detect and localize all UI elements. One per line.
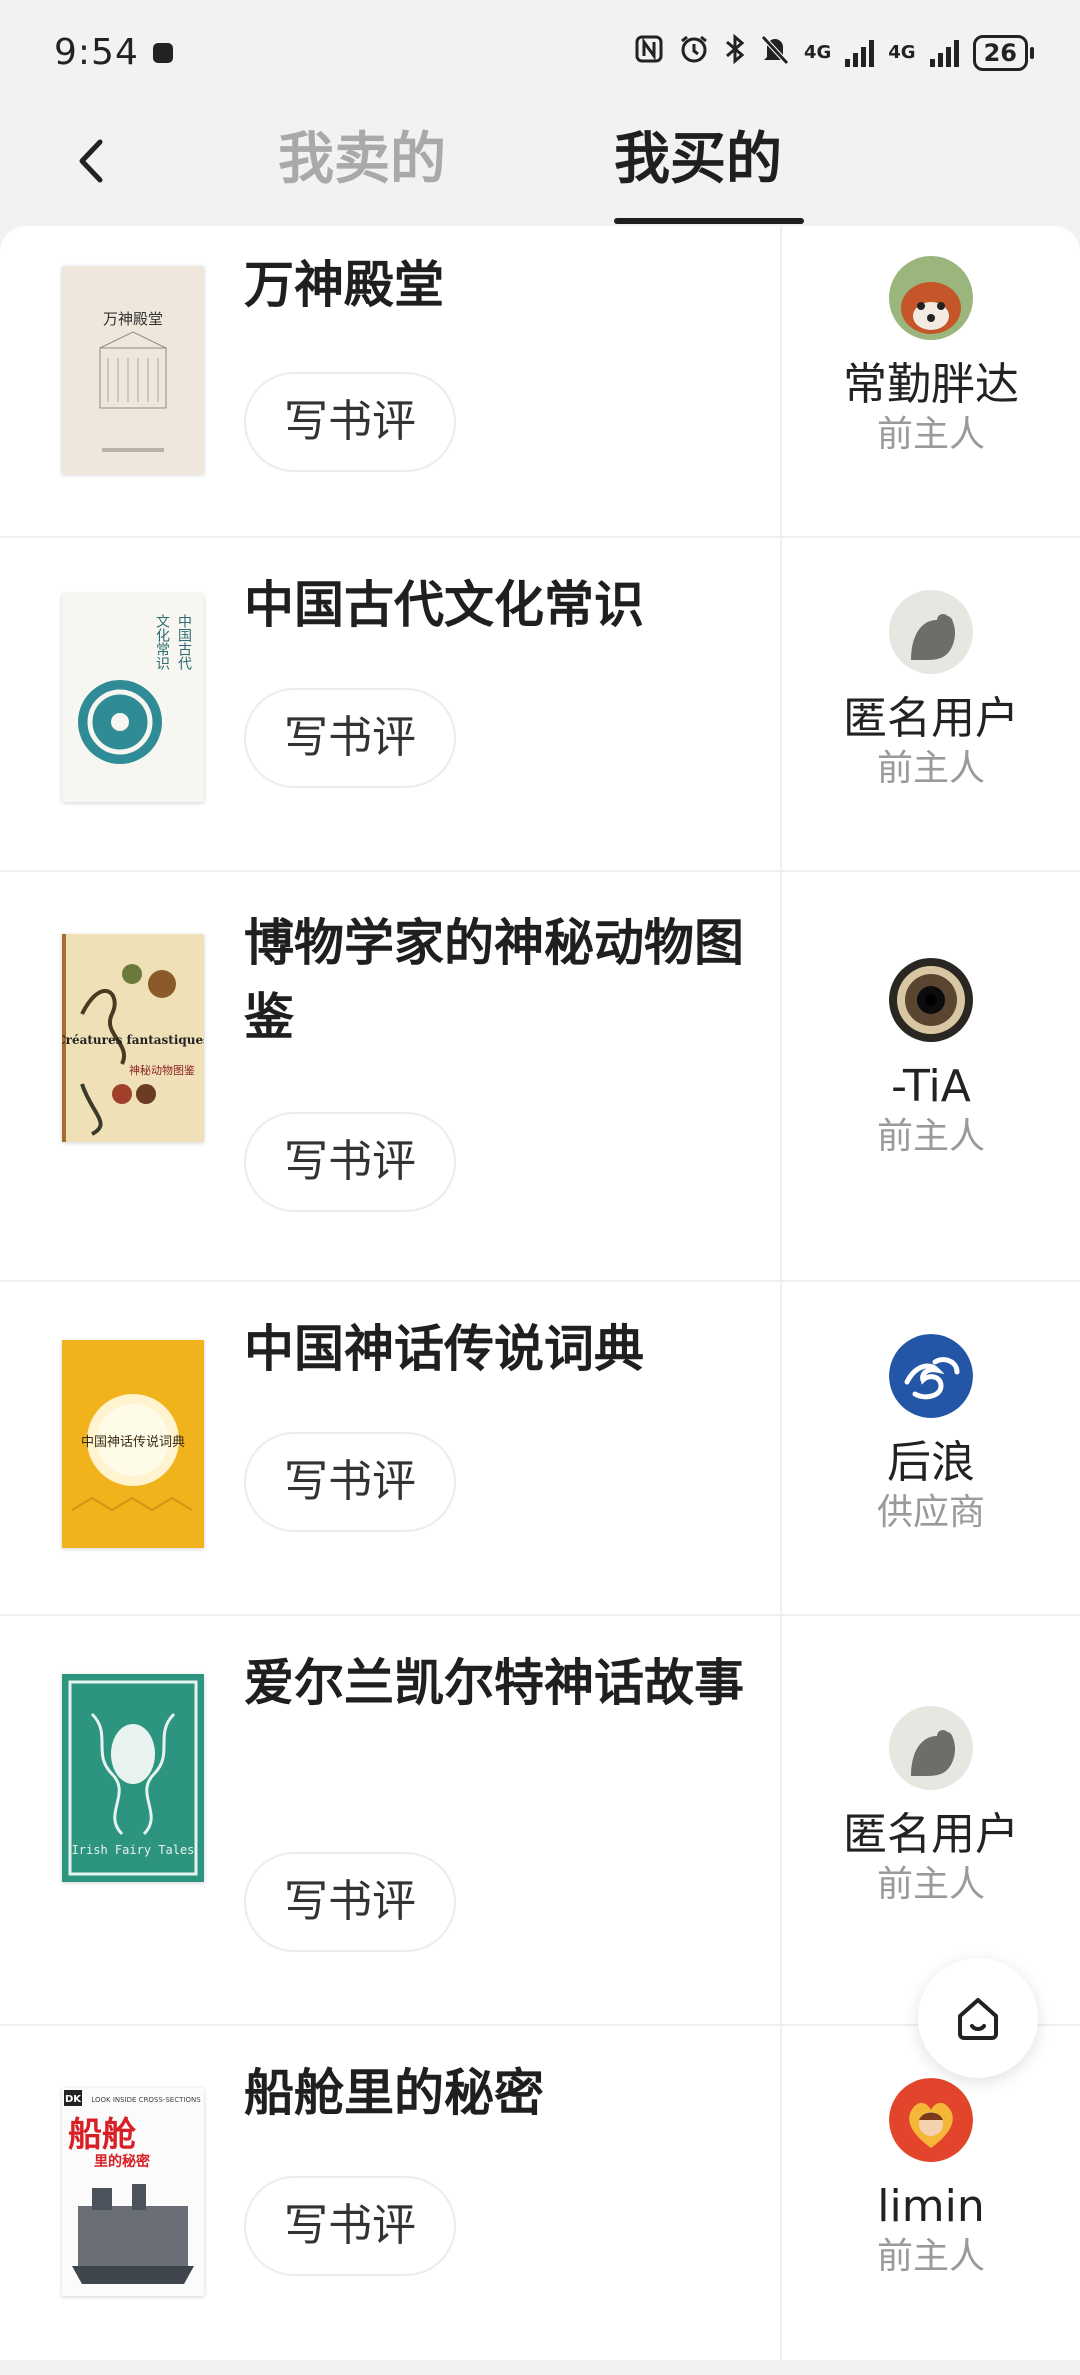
cover-title: Créatures fantastiques: [62, 1033, 204, 1047]
seller-role: 前主人: [876, 2236, 985, 2277]
book-title[interactable]: 中国古代文化常识: [244, 568, 744, 642]
write-review-button[interactable]: 写书评: [244, 1432, 456, 1532]
avatar: [889, 1334, 973, 1418]
book-cover[interactable]: 中国神话传说词典: [62, 1340, 204, 1548]
avatar: [889, 958, 973, 1042]
book-cover[interactable]: Créatures fantastiques 神秘动物图鉴: [62, 934, 204, 1142]
seller-name: -TiA: [891, 1061, 971, 1112]
seller-info[interactable]: limin 前主人: [782, 2078, 1080, 2280]
signal-bars-1: [845, 39, 875, 67]
bluetooth-icon: [724, 33, 746, 72]
list-item[interactable]: DK LOOK INSIDE CROSS-SECTIONS 船舱 里的秘密 船舱…: [0, 2026, 1080, 2360]
cover-title: Irish Fairy Tales: [72, 1843, 195, 1857]
seller-role: 供应商: [876, 1492, 985, 1533]
book-title[interactable]: 爱尔兰凯尔特神话故事: [244, 1646, 744, 1720]
list-item[interactable]: 中国神话传说词典 中国神话传说词典 写书评 后浪 供应商: [0, 1282, 1080, 1616]
cover-subtitle: 里的秘密: [94, 2153, 150, 2170]
app-notification-icon: [152, 42, 173, 63]
book-title[interactable]: 船舱里的秘密: [244, 2056, 744, 2130]
cover-title: 中国神话传说词典: [81, 1435, 185, 1450]
seller-name: 匿名用户: [843, 693, 1019, 744]
write-review-button[interactable]: 写书评: [244, 2176, 456, 2276]
battery-indicator: 26: [972, 34, 1035, 71]
tab-sold[interactable]: 我卖的: [278, 115, 446, 205]
seller-role: 前主人: [876, 414, 985, 455]
cover-title: 万神殿堂: [103, 310, 163, 328]
seller-name: limin: [877, 2181, 985, 2232]
list-item[interactable]: 中国古代 文化常识 中国古代文化常识 写书评 匿名用户 前主人: [0, 538, 1080, 872]
cover-tagline: LOOK INSIDE CROSS-SECTIONS: [91, 2096, 201, 2104]
cover-title: 中国古代: [176, 614, 192, 671]
cover-subtitle: 文化常识: [154, 614, 170, 670]
list-item[interactable]: Irish Fairy Tales 爱尔兰凯尔特神话故事 写书评 匿名用户 前主…: [0, 1616, 1080, 2026]
write-review-button[interactable]: 写书评: [244, 688, 456, 788]
seller-name: 匿名用户: [843, 1809, 1019, 1860]
avatar: [889, 1706, 973, 1790]
write-review-button[interactable]: 写书评: [244, 1112, 456, 1212]
seller-name: 常勤胖达: [843, 359, 1019, 410]
seller-info[interactable]: 匿名用户 前主人: [782, 1706, 1080, 1908]
status-left: 9:54: [54, 32, 173, 73]
home-button[interactable]: [918, 1958, 1038, 2078]
cover-title: 船舱: [68, 2115, 136, 2155]
seller-name: 后浪: [887, 1437, 975, 1488]
back-button[interactable]: [62, 131, 122, 191]
seller-role: 前主人: [876, 1116, 985, 1157]
active-tab-indicator: [614, 218, 804, 224]
network-type-2: 4G: [888, 41, 916, 63]
chevron-left-icon: [79, 139, 103, 183]
seller-info[interactable]: 后浪 供应商: [782, 1334, 1080, 1536]
book-cover[interactable]: 万神殿堂: [62, 266, 204, 474]
cover-brand: DK: [65, 2094, 82, 2105]
network-type-1: 4G: [803, 41, 832, 63]
nfc-icon: [634, 34, 664, 71]
avatar: [889, 2078, 973, 2162]
seller-role: 前主人: [876, 1864, 985, 1905]
header: 我卖的 我买的: [0, 105, 1080, 225]
seller-info[interactable]: 常勤胖达 前主人: [782, 256, 1080, 458]
tab-bought[interactable]: 我买的: [614, 115, 782, 205]
status-bar: 9:54 4G 4G 26: [0, 0, 1080, 105]
status-right: 4G 4G 26: [634, 33, 1035, 72]
write-review-button[interactable]: 写书评: [244, 1852, 456, 1952]
list-item[interactable]: 万神殿堂 万神殿堂 写书评 常勤胖达 前主人: [0, 226, 1080, 538]
book-title[interactable]: 博物学家的神秘动物图鉴: [244, 906, 744, 1054]
list-item[interactable]: Créatures fantastiques 神秘动物图鉴 博物学家的神秘动物图…: [0, 872, 1080, 1282]
avatar: [889, 590, 973, 674]
seller-info[interactable]: 匿名用户 前主人: [782, 590, 1080, 792]
signal-bars-2: [929, 39, 959, 67]
home-icon: [958, 1998, 998, 2040]
book-cover[interactable]: Irish Fairy Tales: [62, 1674, 204, 1882]
purchased-books-list: 万神殿堂 万神殿堂 写书评 常勤胖达 前主人 中国古代 文化常识 中国古代文化常…: [0, 226, 1080, 2360]
alarm-icon: [678, 33, 710, 72]
book-title[interactable]: 中国神话传说词典: [244, 1312, 744, 1386]
seller-role: 前主人: [876, 748, 985, 789]
bell-muted-icon: [760, 33, 790, 72]
seller-info[interactable]: -TiA 前主人: [782, 958, 1080, 1160]
book-cover[interactable]: DK LOOK INSIDE CROSS-SECTIONS 船舱 里的秘密: [62, 2088, 204, 2296]
avatar: [889, 256, 973, 340]
book-cover[interactable]: 中国古代 文化常识: [62, 594, 204, 802]
status-time: 9:54: [54, 32, 139, 73]
write-review-button[interactable]: 写书评: [244, 372, 456, 472]
book-title[interactable]: 万神殿堂: [244, 248, 744, 322]
cover-subtitle: 神秘动物图鉴: [129, 1063, 195, 1077]
